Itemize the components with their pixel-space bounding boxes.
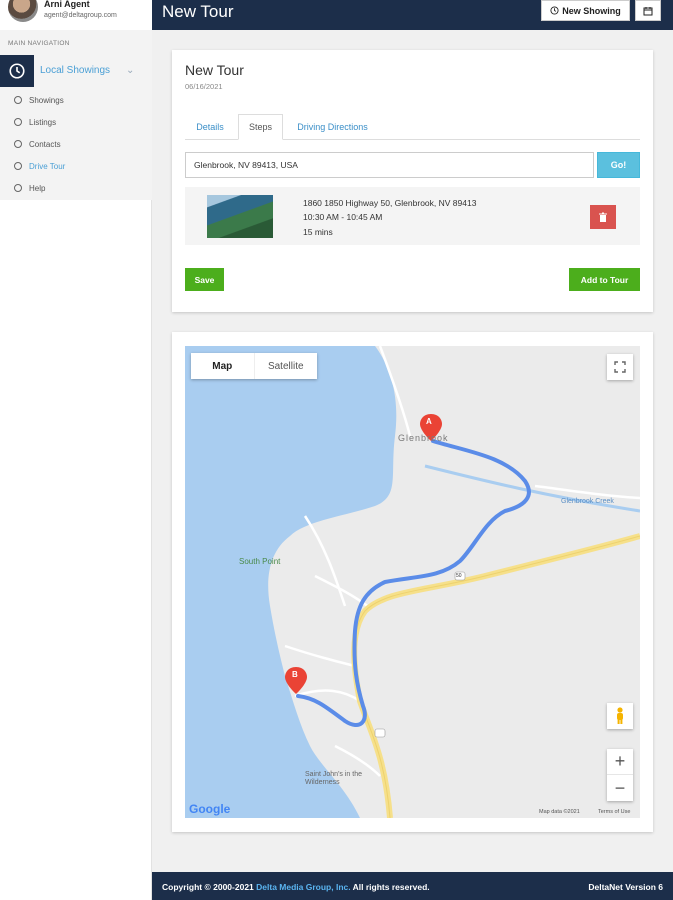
tour-date: 06/16/2021 <box>185 82 223 91</box>
tour-card: New Tour 06/16/2021 Details Steps Drivin… <box>172 50 653 312</box>
circle-icon <box>14 118 22 126</box>
main-navigation: MAIN NAVIGATION Local Showings ⌄ Showing… <box>0 30 152 200</box>
page-title: New Tour <box>162 2 234 21</box>
company-link[interactable]: Delta Media Group, Inc. <box>256 882 350 892</box>
footer: Copyright © 2000-2021 Delta Media Group,… <box>152 872 673 900</box>
sidebar-item-help[interactable]: Help <box>14 181 45 195</box>
copyright-prefix: Copyright © 2000-2021 <box>162 882 257 892</box>
avatar[interactable] <box>8 0 38 22</box>
sidebar: Arni Agent agent@deltagroup.com MAIN NAV… <box>0 0 152 900</box>
user-panel: Arni Agent agent@deltagroup.com <box>0 0 152 30</box>
nav-heading: MAIN NAVIGATION <box>8 40 70 47</box>
trash-icon <box>599 212 607 222</box>
sidebar-item-label: Contacts <box>29 139 61 149</box>
pegman-icon <box>617 707 623 724</box>
tour-title: New Tour <box>185 62 244 78</box>
user-name: Arni Agent <box>44 0 90 9</box>
tour-step-row: 1860 1850 Highway 50, Glenbrook, NV 8941… <box>185 187 640 245</box>
circle-icon <box>14 162 22 170</box>
map-type-map[interactable]: Map <box>191 353 254 379</box>
tab-details[interactable]: Details <box>185 114 235 140</box>
nav-group-label: Local Showings <box>40 65 111 76</box>
circle-icon <box>14 184 22 192</box>
route-map[interactable]: A B Glenbrook Glenbrook Creek South Poin… <box>185 346 640 818</box>
map-label-south-point: South Point <box>239 557 281 566</box>
sidebar-item-label: Listings <box>29 117 57 127</box>
circle-icon <box>14 140 22 148</box>
map-label-glenbrook: Glenbrook <box>398 433 449 443</box>
map-type-satellite[interactable]: Satellite <box>253 353 318 379</box>
fullscreen-button[interactable] <box>607 354 633 380</box>
add-to-tour-button[interactable]: Add to Tour <box>569 268 640 291</box>
clock-icon <box>0 55 34 87</box>
sidebar-item-contacts[interactable]: Contacts <box>14 137 61 151</box>
map-data-credit: Map data ©2021 <box>539 809 580 815</box>
version-label: DeltaNet Version 6 <box>588 882 663 892</box>
copyright: Copyright © 2000-2021 Delta Media Group,… <box>162 882 430 892</box>
tour-tabs: Details Steps Driving Directions <box>185 114 640 140</box>
street-view-button[interactable] <box>607 703 633 729</box>
fullscreen-icon <box>614 361 626 373</box>
step-time: 10:30 AM - 10:45 AM <box>303 212 383 222</box>
header-bar: New Tour New Showing <box>152 0 673 30</box>
map-canvas <box>185 346 640 818</box>
sidebar-item-drive-tour[interactable]: Drive Tour <box>14 159 65 173</box>
listing-thumbnail[interactable] <box>207 195 273 238</box>
zoom-out-button[interactable]: − <box>607 775 633 801</box>
user-email: agent@deltagroup.com <box>44 12 117 19</box>
zoom-in-button[interactable]: + <box>607 749 633 775</box>
map-label-church: Saint John's in the Wilderness <box>305 771 362 786</box>
save-button[interactable]: Save <box>185 268 224 291</box>
new-showing-button[interactable]: New Showing <box>541 0 630 21</box>
copyright-suffix: All rights reserved. <box>350 882 430 892</box>
marker-a-label: A <box>426 417 432 426</box>
new-showing-label: New Showing <box>562 5 621 16</box>
step-address: 1860 1850 Highway 50, Glenbrook, NV 8941… <box>303 198 477 208</box>
chevron-down-icon: ⌄ <box>126 65 135 76</box>
address-input[interactable] <box>185 152 594 178</box>
map-card: A B Glenbrook Glenbrook Creek South Poin… <box>172 332 653 832</box>
sidebar-item-listings[interactable]: Listings <box>14 115 56 129</box>
route-shield: 50 <box>456 573 462 579</box>
circle-icon <box>14 96 22 104</box>
calendar-button[interactable] <box>635 0 661 21</box>
nav-group-local-showings[interactable]: Local Showings ⌄ <box>0 55 152 87</box>
calendar-icon <box>643 6 653 15</box>
marker-b-label: B <box>292 670 298 679</box>
step-duration: 15 mins <box>303 227 333 237</box>
terms-link[interactable]: Terms of Use <box>598 809 630 815</box>
sidebar-item-label: Help <box>29 183 46 193</box>
delete-step-button[interactable] <box>590 205 616 229</box>
map-label-creek: Glenbrook Creek <box>561 498 614 505</box>
go-button[interactable]: Go! <box>597 152 640 178</box>
sidebar-item-label: Drive Tour <box>29 161 66 171</box>
zoom-control: + − <box>607 749 633 801</box>
google-logo: Google <box>189 802 231 816</box>
clock-icon <box>550 6 559 15</box>
sidebar-item-label: Showings <box>29 95 64 105</box>
tab-driving-directions[interactable]: Driving Directions <box>285 114 380 140</box>
sidebar-item-showings[interactable]: Showings <box>14 93 64 107</box>
tab-steps[interactable]: Steps <box>238 114 283 140</box>
map-type-control: Map Satellite <box>191 353 317 379</box>
